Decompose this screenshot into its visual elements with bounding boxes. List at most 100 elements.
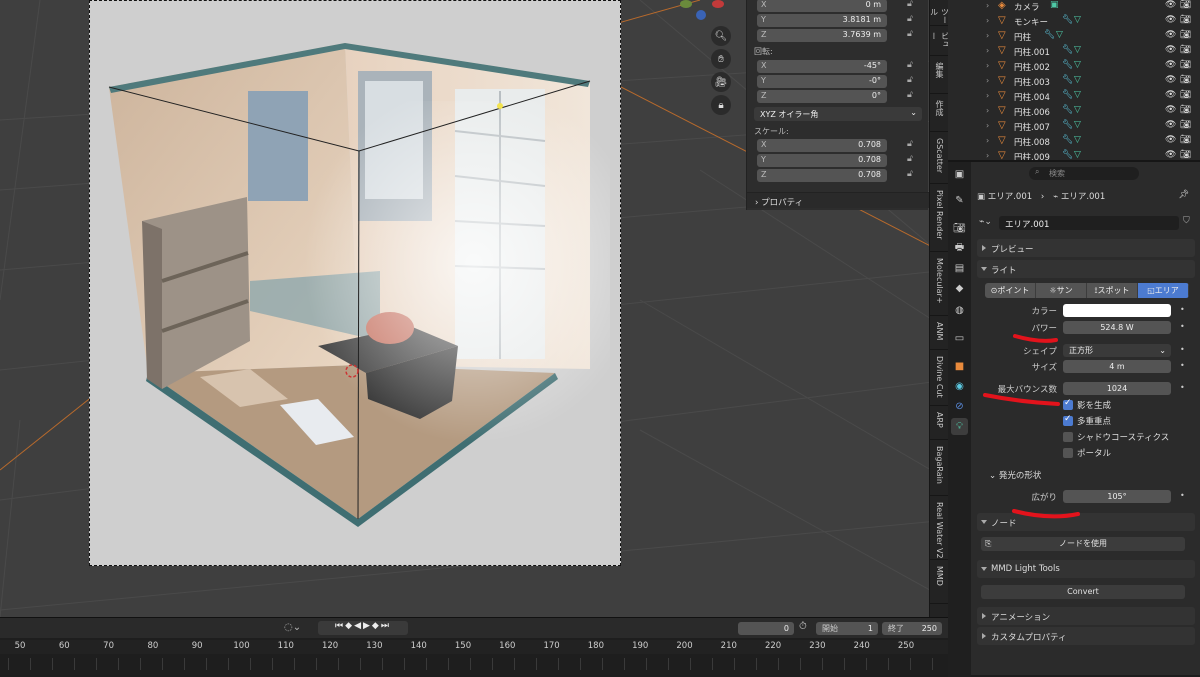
render-tab-icon[interactable]: 📷︎ — [951, 220, 968, 237]
outliner-row[interactable]: › ▽ 円柱.002 🔧︎ ▽ 👁︎ 📷︎ — [948, 59, 1200, 74]
mesh-data-icon[interactable]: ▽ — [1074, 75, 1081, 85]
mesh-data-icon[interactable]: ▽ — [1074, 105, 1081, 115]
lock-icon[interactable]: 🔒︎ — [711, 95, 731, 115]
expand-arrow-icon[interactable]: › — [986, 1, 989, 10]
jump-end-icon[interactable]: ⏭︎ — [381, 621, 391, 631]
side-tab[interactable]: GScatter — [930, 136, 949, 184]
modifier-icon[interactable]: 🔧︎ — [1062, 45, 1073, 55]
side-tab[interactable]: Pixel Render — [930, 188, 949, 252]
gizmo-y-axis-icon[interactable] — [680, 0, 692, 8]
modifier-icon[interactable]: 🔧︎ — [1062, 150, 1073, 160]
current-frame-field[interactable]: 0 — [738, 622, 794, 635]
fake-user-shield-icon[interactable]: ⛉ — [1183, 216, 1190, 226]
render-camera-icon[interactable]: 📷︎ — [1180, 135, 1191, 145]
location-x-field[interactable]: 0 m — [757, 0, 887, 12]
outliner-row[interactable]: › ◈ カメラ ▣ 👁︎ 📷︎ — [948, 0, 1200, 14]
side-tab[interactable]: ツール — [930, 6, 950, 26]
end-frame-field[interactable]: 終了 250 — [882, 622, 942, 635]
start-frame-field[interactable]: 開始 1 — [816, 622, 878, 635]
render-camera-icon[interactable]: 📷︎ — [1180, 120, 1191, 130]
side-tab[interactable]: MMD — [930, 564, 949, 604]
visibility-eye-icon[interactable]: 👁︎ — [1165, 0, 1176, 10]
shape-select[interactable]: 正方形 ⌄ — [1063, 344, 1171, 357]
render-camera-icon[interactable]: 📷︎ — [1180, 60, 1191, 70]
expand-arrow-icon[interactable]: › — [986, 106, 989, 115]
visibility-eye-icon[interactable]: 👁︎ — [1165, 135, 1176, 145]
editor-type-icon[interactable]: ▣ — [951, 166, 968, 183]
properties-subpanel-header[interactable]: › プロパティ — [747, 192, 929, 208]
side-tab[interactable]: ANM — [930, 320, 949, 350]
physics-tab-icon[interactable]: ◉ — [951, 378, 968, 395]
rotation-mode-select[interactable]: XYZ オイラー角 ⌄ — [754, 107, 922, 121]
collection-tab-icon[interactable]: ▭ — [951, 330, 968, 347]
modifier-icon[interactable]: 🔧︎ — [1062, 135, 1073, 145]
modifier-icon[interactable]: 🔧︎ — [1062, 75, 1073, 85]
timeline[interactable]: ◌⌄ ⏮︎◆◀▶◆⏭︎ 0 ⏱︎ 開始 1 終了 250 50 60 70 80 90 100… — [0, 617, 948, 675]
animation-section-header[interactable]: アニメーション — [977, 607, 1195, 625]
render-camera-icon[interactable]: 📷︎ — [1180, 150, 1191, 160]
expand-arrow-icon[interactable]: › — [986, 136, 989, 145]
object-tab-icon[interactable]: ■ — [951, 358, 968, 375]
max-bounces-field[interactable]: 1024 — [1063, 382, 1171, 395]
preview-section-header[interactable]: プレビュー — [977, 239, 1195, 257]
render-camera-icon[interactable]: 📷︎ — [1180, 105, 1191, 115]
visibility-eye-icon[interactable]: 👁︎ — [1165, 120, 1176, 130]
play-icon[interactable]: ▶ — [363, 621, 372, 631]
unlock-icon[interactable]: 🔓︎ — [907, 90, 913, 100]
output-tab-icon[interactable]: 🖶︎ — [951, 240, 968, 257]
animate-spread-dot[interactable]: • — [1180, 491, 1185, 500]
checkbox[interactable] — [1063, 432, 1073, 442]
frame-ruler[interactable]: 50 60 70 80 90 100 110 120 130 140 150 160 170 180 190… — [0, 640, 948, 654]
side-tab[interactable]: Real Water V2 — [930, 500, 949, 560]
visibility-eye-icon[interactable]: 👁︎ — [1165, 45, 1176, 55]
modifier-icon[interactable]: 🔧︎ — [1062, 60, 1073, 70]
visibility-eye-icon[interactable]: 👁︎ — [1165, 60, 1176, 70]
mesh-data-icon[interactable]: ▽ — [1074, 90, 1081, 100]
light-type-0[interactable]: ⊙ポイント — [985, 283, 1036, 298]
rotation-x-field[interactable]: -45° — [757, 60, 887, 73]
unlock-icon[interactable]: 🔓︎ — [907, 29, 913, 39]
modifier-icon[interactable]: 🔧︎ — [1062, 120, 1073, 130]
breadcrumb-object[interactable]: エリア.001 — [988, 192, 1032, 202]
next-key-icon[interactable]: ◆ — [372, 621, 381, 631]
pin-icon[interactable]: 📌︎ — [1178, 190, 1189, 200]
unlock-icon[interactable]: 🔓︎ — [907, 139, 913, 149]
view-layer-tab-icon[interactable]: ▤ — [951, 260, 968, 277]
jump-start-icon[interactable]: ⏮︎ — [335, 621, 345, 631]
modifier-icon[interactable]: 🔧︎ — [1062, 105, 1073, 115]
visibility-eye-icon[interactable]: 👁︎ — [1165, 90, 1176, 100]
play-reverse-icon[interactable]: ◀ — [354, 621, 363, 631]
render-camera-icon[interactable]: 📷︎ — [1180, 75, 1191, 85]
outliner-row[interactable]: › ▽ 円柱.008 🔧︎ ▽ 👁︎ 📷︎ — [948, 134, 1200, 149]
render-camera-icon[interactable]: 📷︎ — [1180, 0, 1191, 10]
side-tab[interactable]: Molecular+ — [930, 256, 949, 316]
expand-arrow-icon[interactable]: › — [986, 16, 989, 25]
outliner-row[interactable]: › ▽ 円柱 🔧︎ ▽ 👁︎ 📷︎ — [948, 29, 1200, 44]
animate-color-dot[interactable]: • — [1180, 305, 1185, 314]
keyframe-record-icon[interactable]: ◌⌄ — [284, 622, 301, 633]
modifier-icon[interactable]: 🔧︎ — [1044, 30, 1055, 40]
side-tab[interactable]: ARP — [930, 410, 949, 440]
zoom-icon[interactable]: 🔍︎ — [711, 26, 731, 46]
render-camera-icon[interactable]: 📷︎ — [1180, 45, 1191, 55]
expand-arrow-icon[interactable]: › — [986, 121, 989, 130]
outliner-row[interactable]: › ▽ 円柱.007 🔧︎ ▽ 👁︎ 📷︎ — [948, 119, 1200, 134]
datablock-name-field[interactable]: エリア.001 — [999, 216, 1179, 230]
spread-field[interactable]: 105° — [1063, 490, 1171, 503]
visibility-eye-icon[interactable]: 👁︎ — [1165, 150, 1176, 160]
animate-shape-dot[interactable]: • — [1180, 345, 1185, 354]
modifier-icon[interactable]: 🔧︎ — [1062, 15, 1073, 25]
camera-data-icon[interactable]: ▣ — [1050, 0, 1059, 10]
unlock-icon[interactable]: 🔓︎ — [907, 154, 913, 164]
render-camera-icon[interactable]: 📷︎ — [1180, 15, 1191, 25]
mmd-light-tools-header[interactable]: MMD Light Tools — [977, 560, 1195, 578]
camera-view-icon[interactable]: 🎥︎ — [711, 72, 731, 92]
scale-z-field[interactable]: 0.708 — [757, 169, 887, 182]
world-tab-icon[interactable]: ◍ — [951, 302, 968, 319]
side-tab[interactable]: BagaRain — [930, 444, 949, 496]
gizmo-z-axis-icon[interactable] — [696, 10, 706, 20]
visibility-eye-icon[interactable]: 👁︎ — [1165, 105, 1176, 115]
custom-properties-section-header[interactable]: カスタムプロパティ — [977, 627, 1195, 645]
mesh-data-icon[interactable]: ▽ — [1074, 15, 1081, 25]
checkbox[interactable] — [1063, 448, 1073, 458]
